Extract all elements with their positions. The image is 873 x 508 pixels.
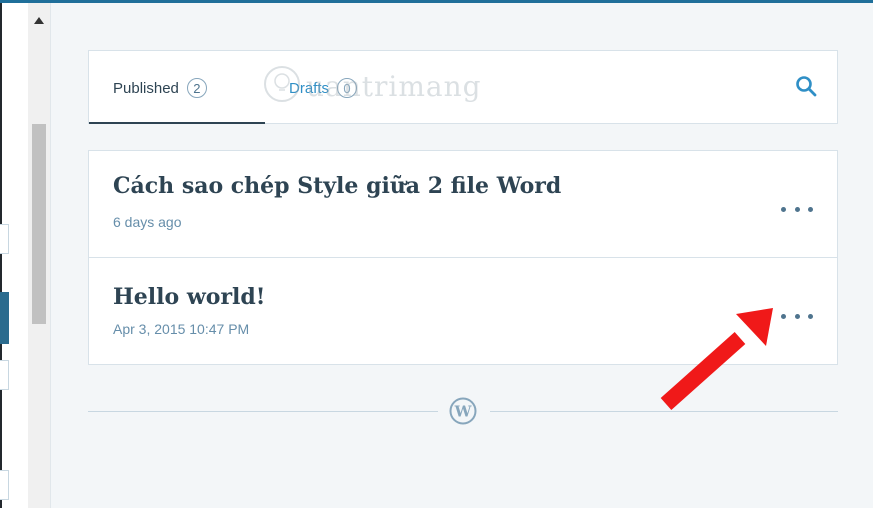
wordpress-logo-icon: W xyxy=(449,397,477,425)
left-panel-tab[interactable] xyxy=(0,470,9,500)
left-panel-tab-active[interactable] xyxy=(0,292,9,344)
more-icon-dot xyxy=(794,313,800,319)
tab-drafts[interactable]: Drafts 0 xyxy=(289,51,358,125)
svg-text:W: W xyxy=(454,403,473,421)
published-count-badge: 2 xyxy=(186,78,207,98)
window-top-border xyxy=(0,0,873,3)
scrollbar-thumb[interactable] xyxy=(32,124,46,324)
post-date: 6 days ago xyxy=(113,214,182,230)
tab-published-label: Published xyxy=(113,79,179,97)
more-icon-dot xyxy=(808,313,813,319)
post-date: Apr 3, 2015 10:47 PM xyxy=(113,321,250,337)
left-panel xyxy=(0,3,28,508)
post-more-button[interactable] xyxy=(781,199,813,219)
more-icon-dot xyxy=(808,206,813,212)
post-item[interactable]: Cách sao chép Style giữa 2 file Word 6 d… xyxy=(89,151,837,257)
search-icon xyxy=(795,75,817,102)
more-icon xyxy=(781,206,786,212)
left-panel-tab[interactable] xyxy=(0,360,9,390)
scroll-up-arrow-icon[interactable] xyxy=(28,11,50,29)
drafts-count-badge: 0 xyxy=(337,78,358,98)
post-title[interactable]: Hello world! xyxy=(113,284,265,310)
tab-published[interactable]: Published 2 xyxy=(113,51,207,125)
tab-drafts-label: Drafts xyxy=(289,79,330,97)
more-icon-dot xyxy=(794,206,800,212)
active-tab-indicator xyxy=(89,122,265,124)
post-title[interactable]: Cách sao chép Style giữa 2 file Word xyxy=(113,173,561,199)
left-panel-edge xyxy=(0,3,2,508)
footer-divider-left xyxy=(88,411,438,412)
scrollbar[interactable] xyxy=(28,3,51,508)
left-panel-tab[interactable] xyxy=(0,224,9,254)
post-tabs-bar: Published 2 Drafts 0 xyxy=(88,50,838,124)
search-button[interactable] xyxy=(793,75,819,101)
red-arrow-icon xyxy=(640,292,790,432)
